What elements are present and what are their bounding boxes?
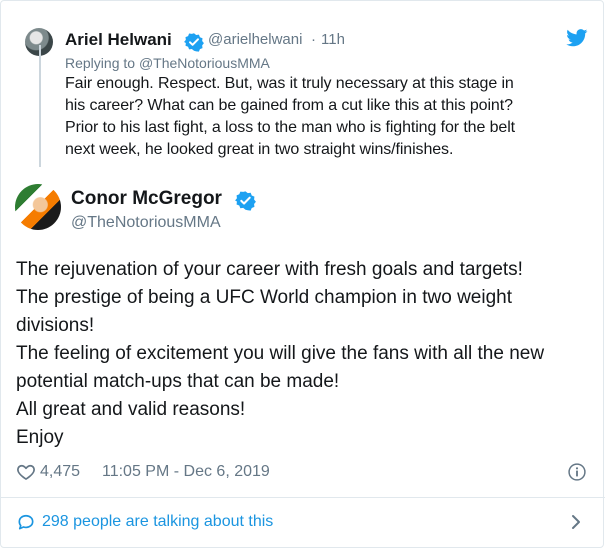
- verified-badge-icon: [184, 33, 204, 52]
- parent-author-name[interactable]: Ariel Helwani: [65, 30, 172, 50]
- main-text-line: The rejuvenation of your career with fre…: [16, 259, 523, 280]
- replying-to-line: Replying to @TheNotoriousMMA: [65, 55, 270, 71]
- main-author-handle[interactable]: @TheNotoriousMMA: [71, 214, 221, 232]
- twitter-bird-icon[interactable]: [566, 29, 588, 47]
- separator-dot: ·: [311, 31, 316, 48]
- info-icon[interactable]: [567, 462, 587, 482]
- tweet-embed-card: Ariel Helwani @arielhelwani · 11h Replyi…: [0, 0, 605, 548]
- replying-to-prefix: Replying to: [65, 55, 139, 71]
- people-talking-link[interactable]: 298 people are talking about this: [42, 513, 273, 531]
- footer-divider: [1, 497, 605, 498]
- chevron-right-icon[interactable]: [569, 512, 583, 532]
- main-tweet-text: The rejuvenation of your career with fre…: [16, 256, 596, 452]
- like-count[interactable]: 4,475: [40, 463, 80, 481]
- parent-text-line: Fair enough. Respect. But, was it truly …: [65, 75, 514, 92]
- main-text-line: All great and valid reasons!: [16, 399, 246, 420]
- main-text-line: potential match-ups that can be made!: [16, 371, 340, 392]
- main-text-line: The feeling of excitement you will give …: [16, 343, 545, 364]
- parent-author-handle[interactable]: @arielhelwani: [208, 31, 302, 48]
- parent-text-line: Prior to his last fight, a loss to the m…: [65, 119, 516, 136]
- parent-text-line: his career? What can be gained from a cu…: [65, 97, 513, 114]
- verified-badge-icon: [235, 191, 256, 211]
- replying-to-mention-link[interactable]: @TheNotoriousMMA: [139, 55, 270, 71]
- tweet-timestamp[interactable]: 11:05 PM - Dec 6, 2019: [102, 463, 270, 481]
- main-text-line: The prestige of being a UFC World champi…: [16, 287, 513, 308]
- main-author-avatar[interactable]: [15, 184, 61, 230]
- heart-icon[interactable]: [16, 462, 36, 482]
- speech-bubble-icon[interactable]: [16, 512, 36, 532]
- main-text-line: divisions!: [16, 315, 95, 336]
- parent-time-ago[interactable]: 11h: [321, 31, 345, 48]
- parent-text-line: next week, he looked great in two straig…: [65, 141, 454, 158]
- main-text-line: Enjoy: [16, 427, 64, 448]
- parent-tweet-text: Fair enough. Respect. But, was it truly …: [65, 73, 585, 161]
- main-author-name[interactable]: Conor McGregor: [71, 188, 222, 210]
- thread-connector-line: [39, 45, 41, 167]
